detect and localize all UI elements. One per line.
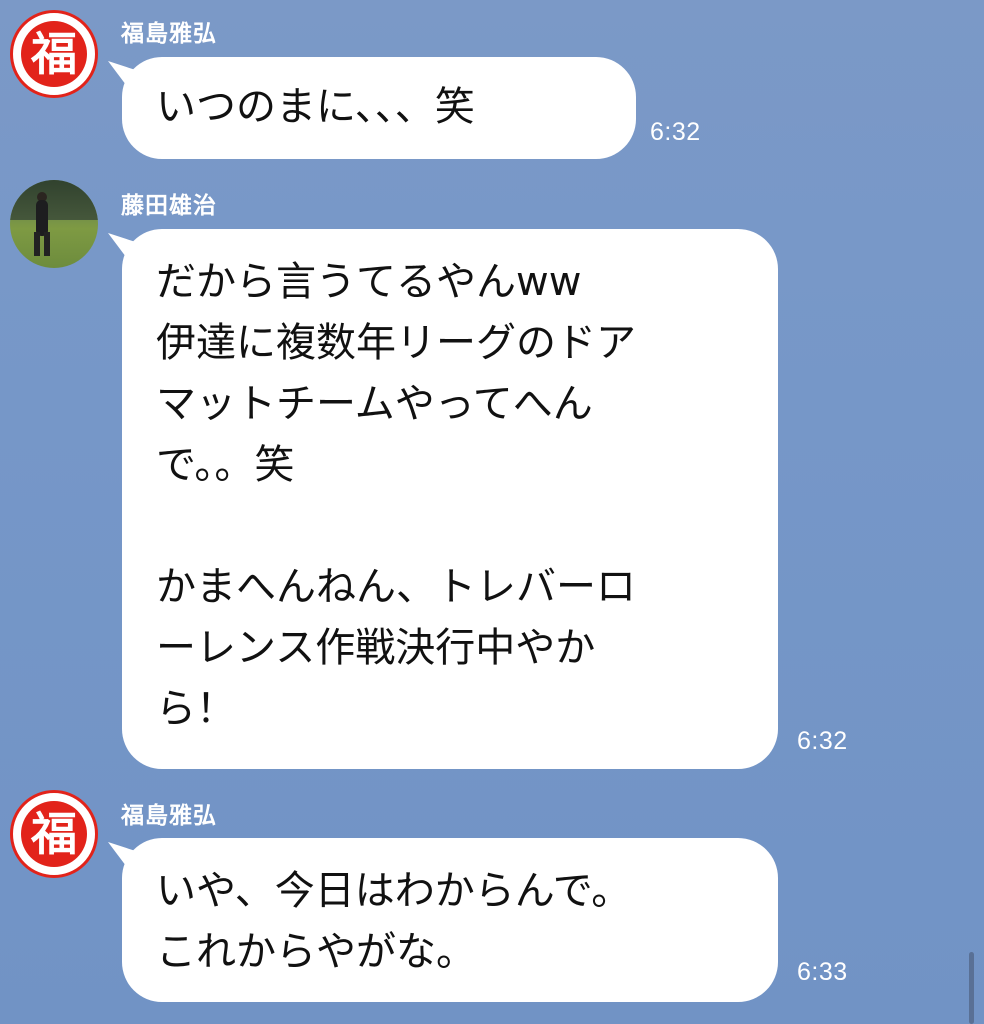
golfer-body xyxy=(36,200,48,236)
message-text: いつのまに、、、笑 xyxy=(156,84,475,130)
message-time: 6:33 xyxy=(797,958,848,986)
message-bubble[interactable]: いつのまに、、、笑 xyxy=(108,57,636,159)
message-time: 6:32 xyxy=(650,118,701,146)
avatar[interactable]: 福 xyxy=(10,10,98,98)
avatar-fuku-icon: 福 xyxy=(21,21,87,87)
message-text: いや、今日はわからんで。 これからやがな。 xyxy=(156,868,632,975)
avatar-fuku-icon: 福 xyxy=(21,801,87,867)
bubble-tail xyxy=(108,233,138,261)
sender-name: 福島雅弘 xyxy=(121,803,217,829)
message-bubble[interactable]: だから言うてるやんww 伊達に複数年リーグのドア マットチームやってへん で。。… xyxy=(108,229,778,769)
golfer-legs xyxy=(34,232,50,256)
message-time: 6:32 xyxy=(797,727,848,755)
avatar[interactable]: 福 xyxy=(10,790,98,878)
chat-area[interactable]: 福 福島雅弘 いつのまに、、、笑 6:32 藤田雄治 だから言うてるやんww 伊… xyxy=(0,0,984,1024)
avatar-photo-trees xyxy=(10,180,98,220)
message-text: だから言うてるやんww 伊達に複数年リーグのドア マットチームやってへん で。。… xyxy=(156,259,636,732)
bubble-tail xyxy=(108,842,138,870)
sender-name: 藤田雄治 xyxy=(121,193,217,219)
message-bubble[interactable]: いや、今日はわからんで。 これからやがな。 xyxy=(108,838,778,1002)
avatar[interactable] xyxy=(10,180,98,268)
bubble-tail xyxy=(108,61,138,89)
scrollbar[interactable] xyxy=(969,952,974,1024)
sender-name: 福島雅弘 xyxy=(121,21,217,47)
